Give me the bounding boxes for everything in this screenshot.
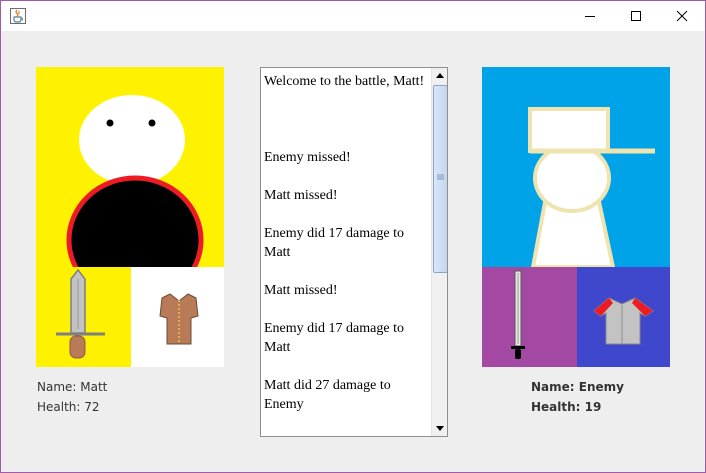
log-entry: Matt missed! bbox=[264, 188, 338, 203]
title-bar[interactable] bbox=[1, 1, 705, 31]
grip-icon bbox=[437, 174, 444, 180]
scroll-thumb[interactable] bbox=[433, 85, 447, 273]
close-button[interactable] bbox=[659, 1, 705, 31]
enemy-armor-slot bbox=[577, 267, 670, 367]
enemy-name-label: Name: Enemy bbox=[531, 380, 624, 394]
enemy-portrait bbox=[482, 67, 670, 367]
battle-log-text: Welcome to the battle, Matt! Enemy misse… bbox=[264, 72, 430, 433]
scroll-up-button[interactable] bbox=[432, 68, 447, 84]
log-entry: Matt missed! bbox=[264, 283, 338, 298]
arrow-up-icon bbox=[436, 73, 444, 78]
arrow-down-icon bbox=[436, 426, 444, 431]
log-entry: Enemy missed! bbox=[264, 150, 351, 165]
log-entry: Enemy did 17 damage to Matt bbox=[264, 321, 404, 355]
log-entry: Enemy did 17 damage to Matt bbox=[264, 226, 404, 260]
game-window: Name: Matt Health: 72 Welcome to the bat… bbox=[0, 0, 706, 473]
minimize-icon bbox=[585, 16, 595, 17]
minimize-button[interactable] bbox=[567, 1, 613, 31]
scroll-down-button[interactable] bbox=[432, 420, 447, 436]
player-weapon-slot bbox=[36, 267, 131, 367]
enemy-weapon-slot bbox=[482, 267, 577, 367]
log-entry: Matt did 27 damage to Enemy bbox=[264, 378, 391, 412]
log-entry: Welcome to the battle, Matt! bbox=[264, 74, 425, 89]
maximize-icon bbox=[631, 11, 641, 21]
player-face-image bbox=[36, 67, 224, 305]
maximize-button[interactable] bbox=[613, 1, 659, 31]
enemy-face-image bbox=[482, 67, 670, 269]
java-coffee-icon bbox=[10, 8, 26, 24]
battle-log[interactable]: Welcome to the battle, Matt! Enemy misse… bbox=[260, 67, 448, 437]
vertical-scrollbar[interactable] bbox=[431, 68, 447, 436]
enemy-health-label: Health: 19 bbox=[531, 400, 602, 414]
player-name-label: Name: Matt bbox=[37, 380, 108, 394]
close-icon bbox=[676, 10, 688, 22]
player-armor-slot bbox=[131, 267, 224, 367]
player-health-label: Health: 72 bbox=[37, 400, 100, 414]
player-portrait bbox=[36, 67, 224, 367]
